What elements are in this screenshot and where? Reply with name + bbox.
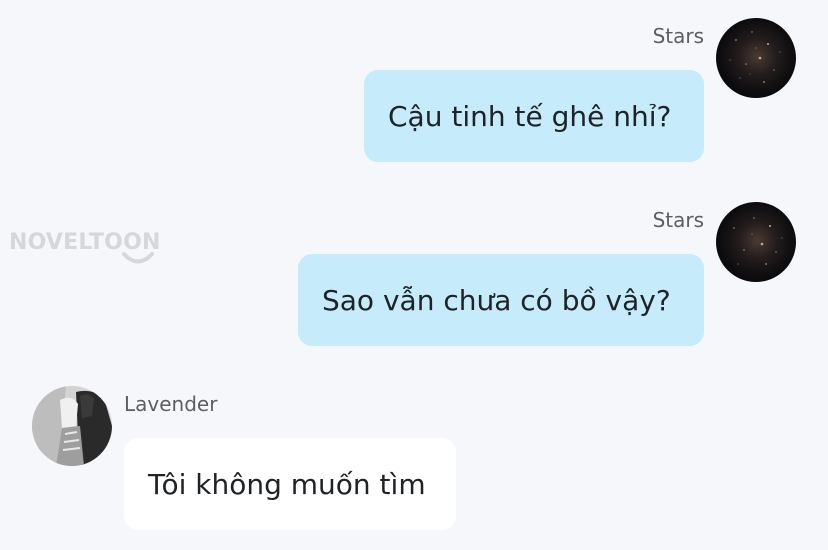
night-sky-icon	[729, 31, 781, 83]
message-bubble-outgoing[interactable]: Sao vẫn chưa có bồ vậy?	[298, 254, 704, 346]
noveltoon-watermark-logo: NOVELTOON	[9, 229, 174, 271]
message-bubble-outgoing[interactable]: Cậu tinh tế ghê nhỉ?	[364, 70, 704, 162]
sender-name: Lavender	[124, 392, 218, 416]
smile-icon	[122, 252, 154, 264]
avatar-stars[interactable]	[716, 18, 796, 98]
person-avatar-icon	[32, 386, 112, 466]
night-sky-icon	[733, 217, 783, 265]
avatar-stars[interactable]	[716, 202, 796, 282]
sender-name: Stars	[652, 208, 704, 232]
message-bubble-incoming[interactable]: Tôi không muốn tìm	[124, 438, 456, 530]
avatar-lavender[interactable]	[32, 386, 112, 466]
sender-name: Stars	[652, 24, 704, 48]
